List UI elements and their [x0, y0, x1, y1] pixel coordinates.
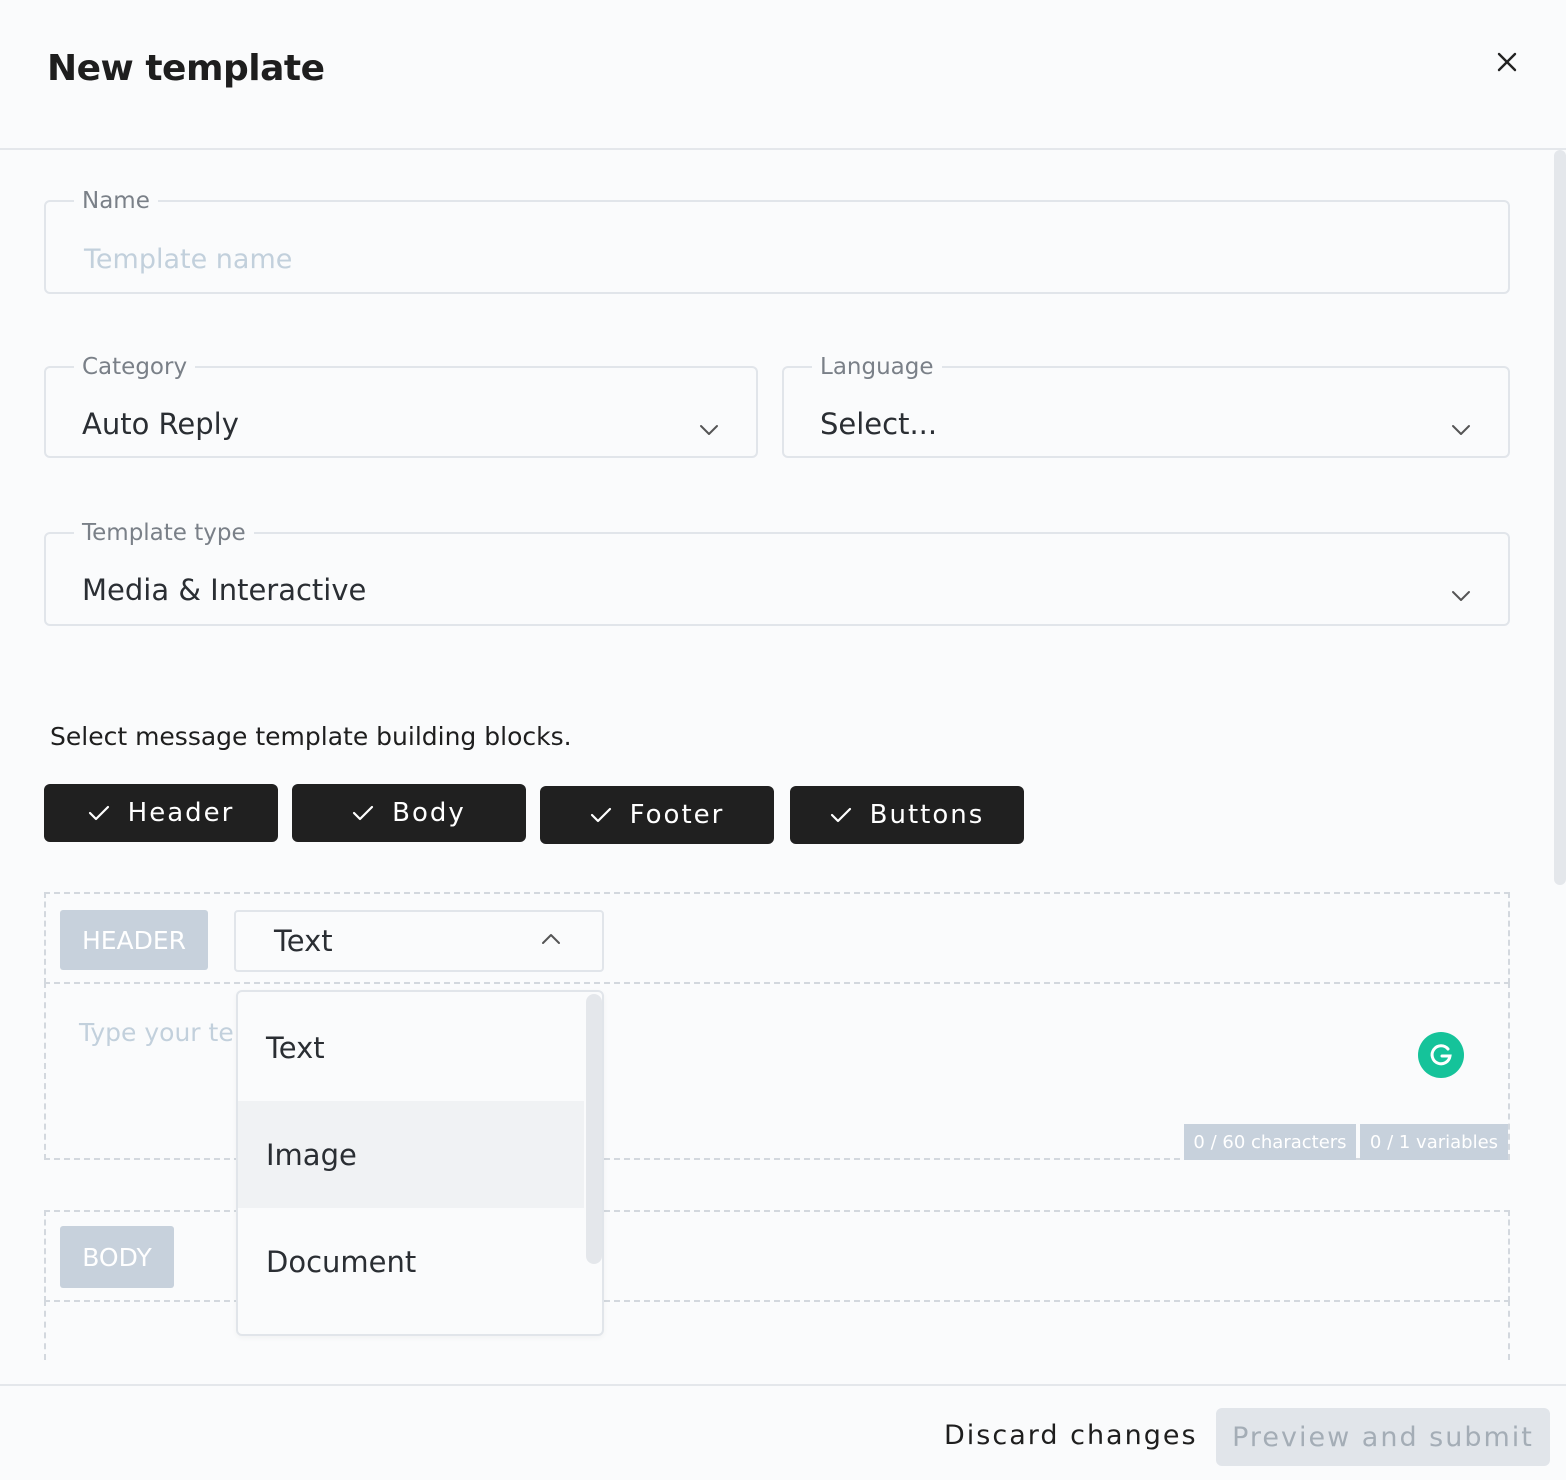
check-icon: [88, 805, 109, 821]
category-value: Auto Reply: [82, 407, 239, 441]
dialog-title: New template: [47, 48, 325, 89]
template-type-label: Template type: [82, 520, 246, 546]
grammarly-glyph-icon: [1430, 1044, 1452, 1066]
header-format-select[interactable]: Text: [234, 910, 604, 972]
char-counter: 0 / 60 characters: [1184, 1124, 1356, 1160]
header-block-chip[interactable]: Header: [44, 784, 278, 842]
template-type-select[interactable]: Template type Media & Interactive: [44, 520, 1510, 626]
discard-changes-button[interactable]: Discard changes: [944, 1420, 1198, 1451]
category-select[interactable]: Category Auto Reply: [44, 354, 758, 458]
close-button[interactable]: [1488, 44, 1526, 82]
chip-label: Buttons: [869, 800, 985, 830]
body-tag: BODY: [60, 1226, 174, 1288]
chip-label: Header: [127, 798, 235, 828]
header-format-value: Text: [274, 924, 333, 958]
language-value: Select...: [820, 407, 938, 441]
header-tag: HEADER: [60, 910, 208, 970]
category-label: Category: [82, 354, 188, 380]
chevron-down-icon: [1452, 591, 1470, 601]
header-format-dropdown: Text Image Document: [236, 990, 604, 1336]
language-label: Language: [820, 354, 934, 380]
header-text-placeholder: Type your tem: [79, 1018, 259, 1047]
grammarly-icon[interactable]: [1418, 1032, 1464, 1078]
name-input-placeholder: Template name: [84, 244, 293, 275]
preview-submit-button[interactable]: Preview and submit: [1216, 1408, 1550, 1466]
footer-block-chip[interactable]: Footer: [540, 786, 774, 844]
dropdown-option-document[interactable]: Document: [238, 1208, 584, 1315]
check-icon: [830, 807, 851, 823]
chevron-down-icon: [700, 425, 718, 435]
name-field[interactable]: Name Template name: [44, 188, 1510, 294]
body-block-chip[interactable]: Body: [292, 784, 526, 842]
dropdown-scrollbar[interactable]: [586, 994, 602, 1264]
chip-label: Body: [392, 798, 466, 828]
dropdown-option-image[interactable]: Image: [238, 1101, 584, 1208]
chip-label: Footer: [629, 800, 725, 830]
template-type-value: Media & Interactive: [82, 573, 367, 607]
check-icon: [590, 807, 611, 823]
chevron-up-icon: [542, 934, 560, 944]
buttons-block-chip[interactable]: Buttons: [790, 786, 1024, 844]
check-icon: [353, 805, 374, 821]
close-icon: [1497, 52, 1517, 72]
language-select[interactable]: Language Select...: [782, 354, 1510, 458]
dialog-scrollbar[interactable]: [1554, 150, 1566, 885]
building-blocks-prompt: Select message template building blocks.: [50, 722, 572, 751]
dropdown-option-text[interactable]: Text: [238, 994, 584, 1101]
variable-counter: 0 / 1 variables: [1360, 1124, 1508, 1160]
name-label: Name: [82, 188, 150, 214]
chevron-down-icon: [1452, 425, 1470, 435]
